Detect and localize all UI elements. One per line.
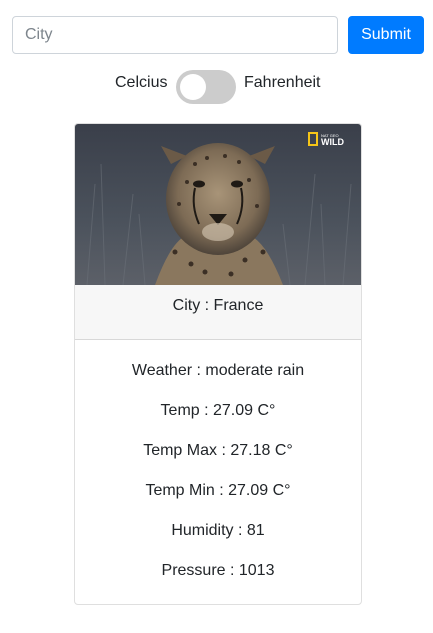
temperature-max: Temp Max : 27.18 C° xyxy=(143,442,293,459)
unit-toggle[interactable] xyxy=(176,70,236,104)
weather-description: Weather : moderate rain xyxy=(131,362,305,379)
pressure: Pressure : 1013 xyxy=(161,562,275,579)
unit-switch-row: Celcius Fahrenheit xyxy=(0,68,433,106)
fahrenheit-label: Fahrenheit xyxy=(244,74,321,91)
humidity: Humidity : 81 xyxy=(171,522,265,539)
city-input[interactable] xyxy=(12,16,338,54)
cheetah-image: NAT GEO WILD xyxy=(75,124,361,285)
celsius-label: Celcius xyxy=(115,74,168,91)
submit-button[interactable]: Submit xyxy=(348,16,424,54)
weather-card: NAT GEO WILD City : France Weather : mod… xyxy=(74,123,362,605)
search-bar: Submit xyxy=(12,16,425,54)
temperature: Temp : 27.09 C° xyxy=(160,402,276,419)
logo-bottom-text: WILD xyxy=(321,137,344,147)
temperature-min: Temp Min : 27.09 C° xyxy=(145,482,291,499)
toggle-knob xyxy=(180,74,206,100)
city-header: City : France xyxy=(75,285,361,340)
